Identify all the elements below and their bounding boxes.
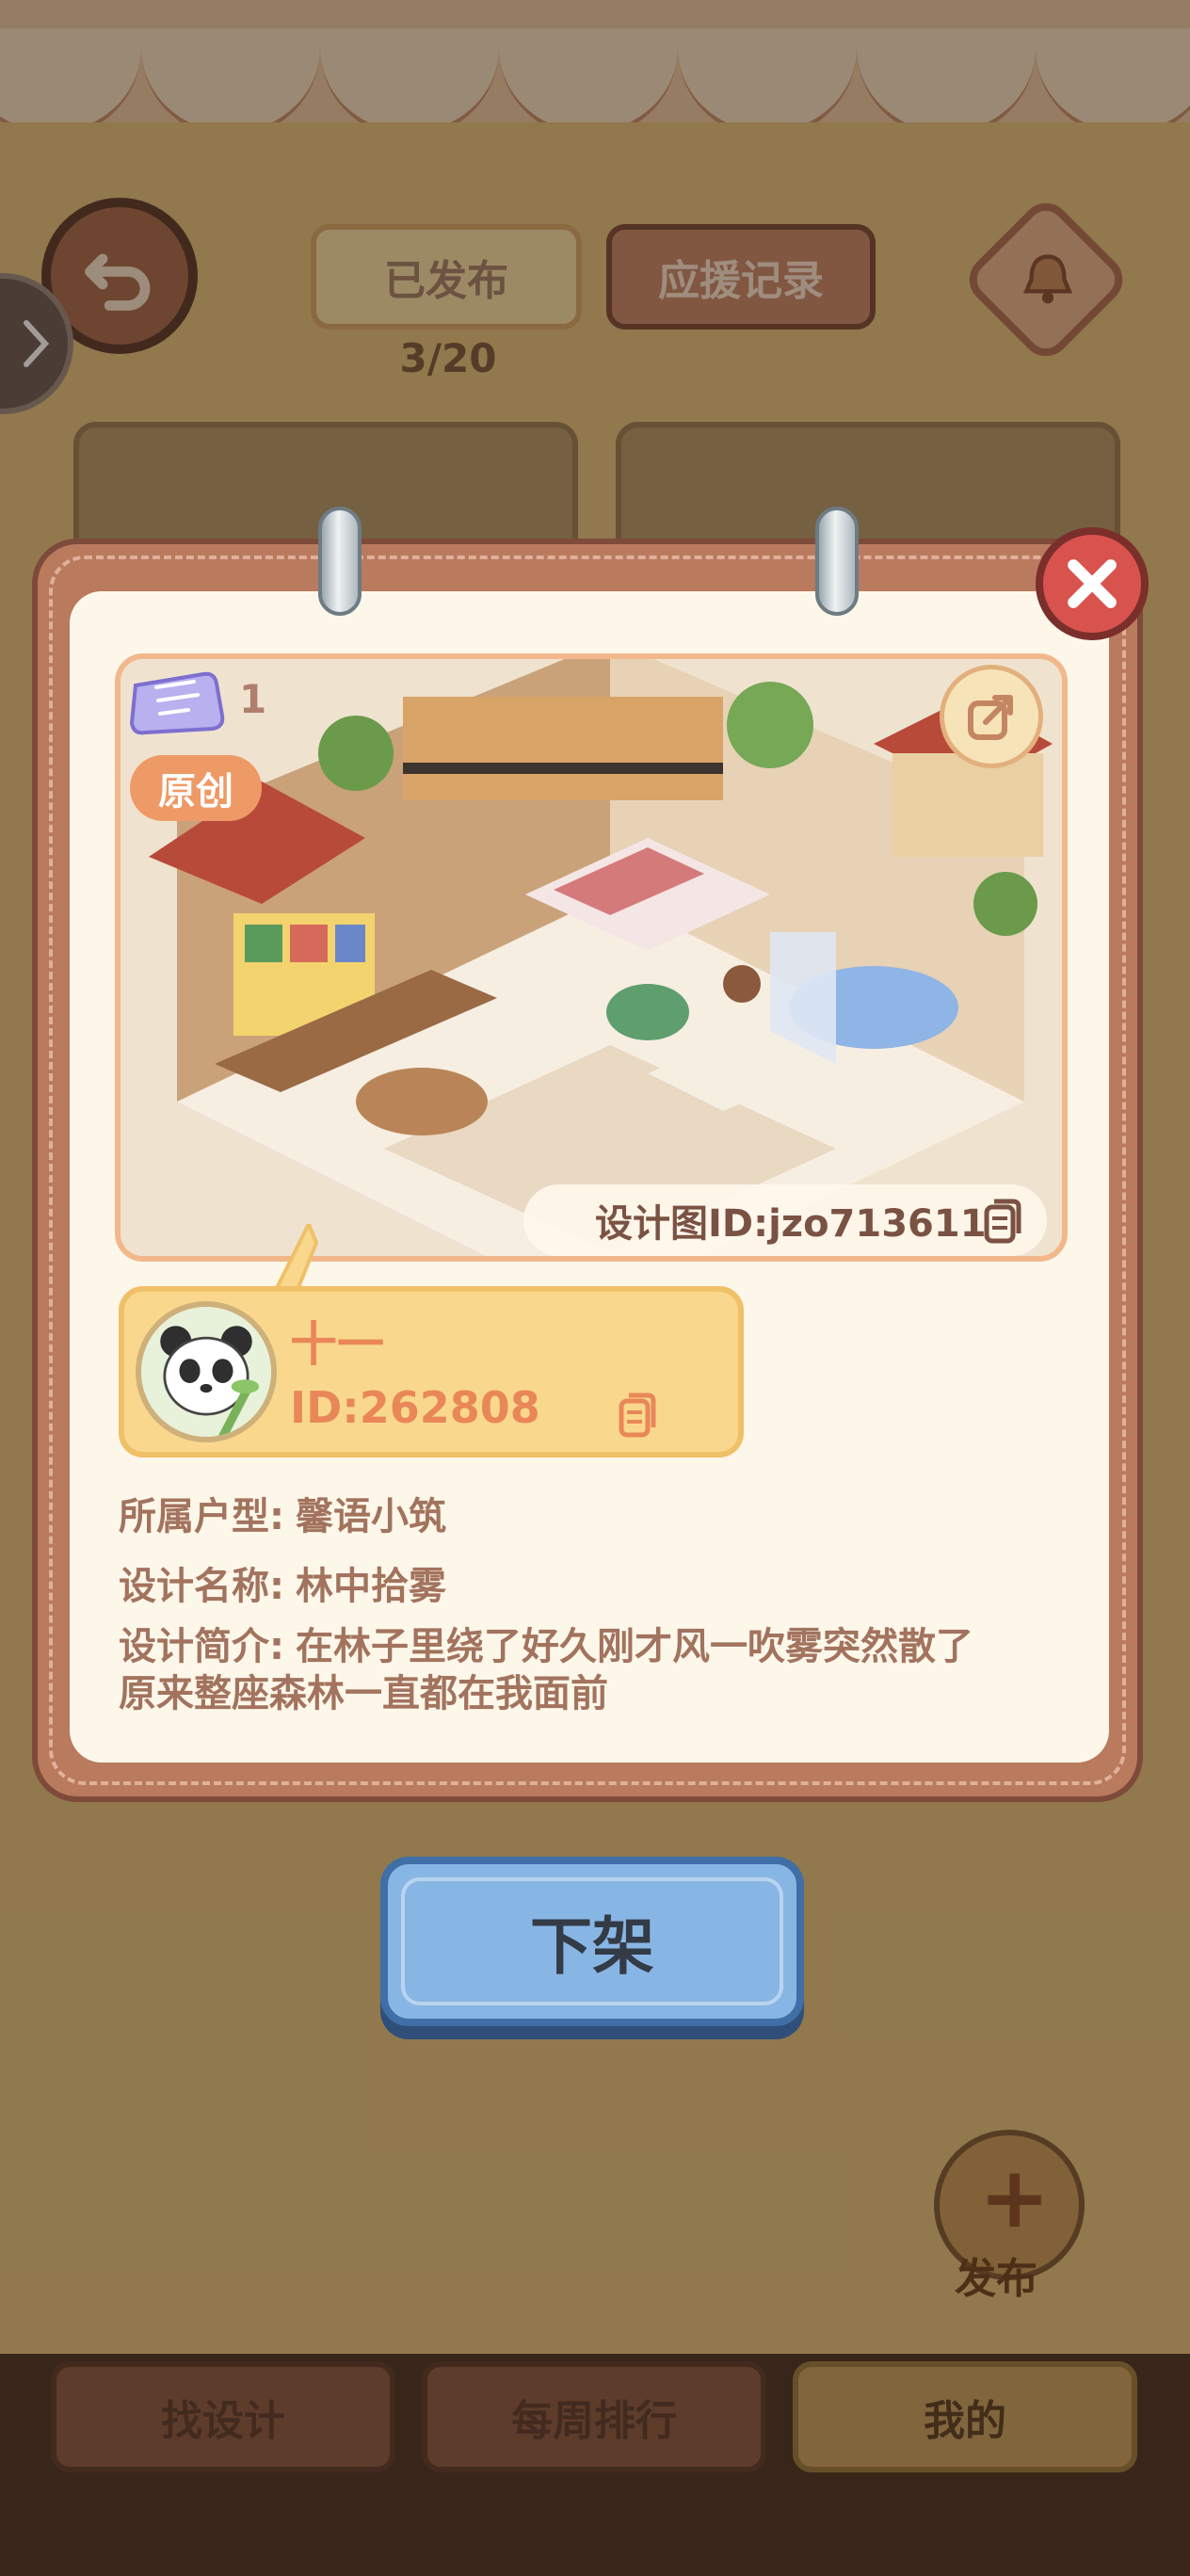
design-name-row: 设计名称: 林中拾雾 — [119, 1555, 446, 1610]
design-id-pill: 设计图ID:jzo713611 — [523, 1184, 1047, 1256]
delist-button[interactable]: 下架 — [380, 1857, 804, 2026]
design-id: 设计图ID:jzo713611 — [595, 1202, 987, 1246]
binder-ring — [318, 507, 362, 616]
likes-count: 1 — [239, 676, 267, 722]
delist-label: 下架 — [530, 1910, 654, 1983]
design-preview-image[interactable] — [115, 653, 1068, 1262]
share-button[interactable] — [940, 665, 1043, 768]
ticket-icon — [129, 671, 225, 735]
share-icon — [968, 695, 1013, 740]
panda-avatar — [136, 1301, 277, 1442]
copy-icon[interactable] — [618, 1392, 657, 1439]
design-name-label: 设计名称: — [119, 1565, 284, 1608]
house-type-label: 所属户型: — [119, 1495, 284, 1538]
close-button[interactable] — [1036, 527, 1149, 640]
design-name-value: 林中拾雾 — [296, 1565, 446, 1608]
author-id: ID:262808 — [290, 1382, 540, 1433]
house-type-value: 馨语小筑 — [296, 1495, 446, 1538]
author-name: 十一 — [290, 1317, 384, 1372]
house-type-row: 所属户型: 馨语小筑 — [119, 1486, 446, 1540]
binder-ring — [815, 507, 859, 616]
original-badge: 原创 — [130, 755, 262, 821]
close-icon — [1068, 559, 1117, 608]
copy-icon[interactable] — [983, 1198, 1022, 1245]
design-intro-line2: 原来整座森林一直都在我面前 — [119, 1672, 608, 1715]
